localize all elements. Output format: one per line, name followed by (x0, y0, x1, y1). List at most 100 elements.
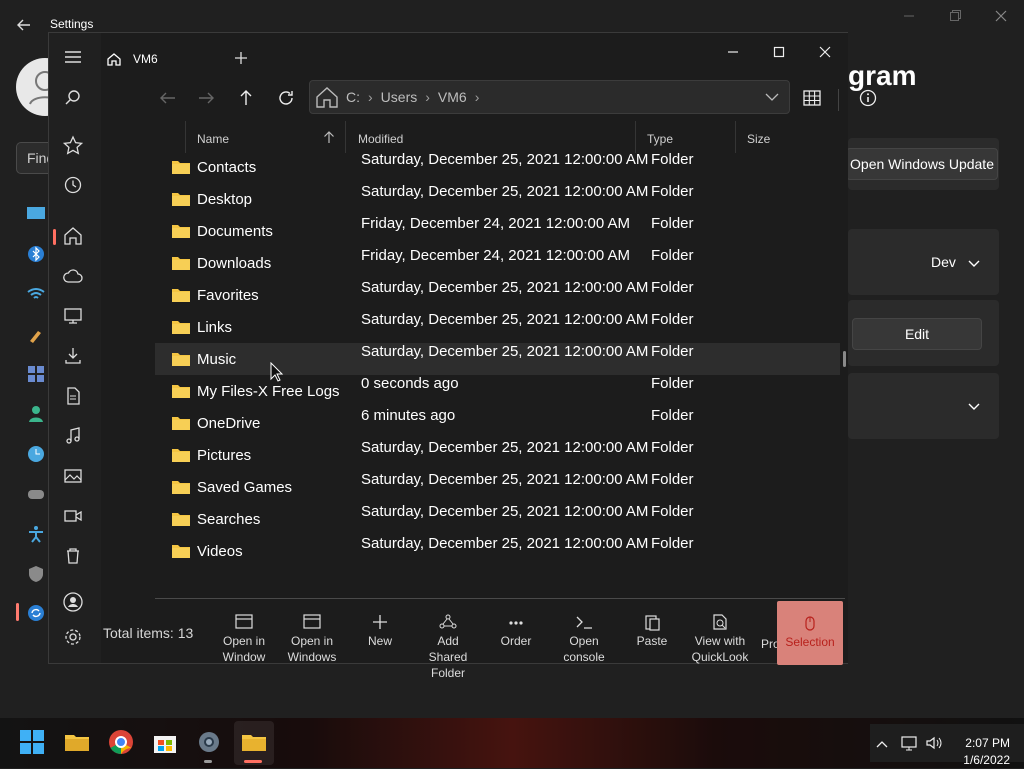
music-icon[interactable] (61, 424, 85, 448)
search-icon[interactable] (61, 86, 85, 110)
file-name: Contacts (197, 159, 257, 176)
start-windows-icon[interactable] (18, 728, 46, 756)
files-app-icon[interactable] (240, 728, 268, 756)
chevron-down-icon[interactable] (966, 255, 982, 271)
back-icon[interactable] (155, 85, 181, 111)
table-row[interactable]: Music Saturday, December 25, 2021 12:00:0… (155, 343, 840, 375)
column-divider[interactable] (735, 121, 736, 153)
breadcrumb-item[interactable]: VM6 (438, 89, 467, 105)
folder-icon (171, 255, 191, 271)
network-icon[interactable] (26, 284, 46, 304)
open-windows-icon (302, 613, 322, 631)
add-shared-folder-button[interactable]: Add Shared Folder (417, 613, 479, 680)
home-address-icon (314, 84, 340, 110)
up-icon[interactable] (233, 85, 259, 111)
minimize-icon[interactable] (722, 41, 744, 63)
open-in-window-button[interactable]: Open in Window (213, 613, 275, 665)
status-divider (155, 598, 845, 599)
clock[interactable]: 2:07 PM 1/6/2022 (963, 735, 1010, 769)
forward-icon[interactable] (193, 85, 219, 111)
videos-icon[interactable] (61, 504, 85, 528)
tab-vm6[interactable]: VM6 (105, 43, 158, 75)
cmd-label-line1: New (367, 634, 392, 648)
order-button[interactable]: Order (485, 613, 547, 665)
recent-clock-icon[interactable] (61, 173, 85, 197)
breadcrumb-item[interactable]: Users (381, 89, 418, 105)
view-with-quicklook-button[interactable]: View with QuickLook (689, 613, 751, 665)
close-icon[interactable] (991, 6, 1011, 26)
column-header-name[interactable]: Name (197, 128, 229, 150)
recycle-bin-icon[interactable] (61, 544, 85, 568)
restore-icon[interactable] (945, 6, 965, 26)
account-icon[interactable] (61, 590, 85, 614)
breadcrumb-item[interactable]: C: (346, 89, 360, 105)
table-row[interactable]: My Files-X Free Logs 0 seconds ago Folder (155, 375, 840, 407)
privacy-icon[interactable] (26, 564, 46, 584)
open-console-button[interactable]: Open console (553, 613, 615, 665)
paste-button[interactable]: Paste (621, 613, 683, 665)
personalization-icon[interactable] (26, 324, 46, 344)
open-in-windows-button[interactable]: Open in Windows (281, 613, 343, 665)
chevron-up-icon[interactable] (874, 736, 890, 752)
folder-icon (171, 511, 191, 527)
refresh-icon[interactable] (273, 85, 299, 111)
pictures-icon[interactable] (61, 464, 85, 488)
sidebar-rail (49, 33, 101, 665)
chevron-down-icon-2[interactable] (966, 398, 982, 414)
volume-icon[interactable] (924, 734, 944, 752)
selection-button[interactable]: Selection (777, 601, 843, 665)
file-modified: 6 minutes ago (361, 407, 456, 424)
column-divider[interactable] (345, 121, 346, 153)
grid-view-icon[interactable] (799, 85, 825, 111)
chrome-icon[interactable] (107, 728, 135, 756)
breadcrumb-separator: › (425, 89, 430, 105)
file-explorer-icon[interactable] (63, 728, 91, 756)
hamburger-menu-icon[interactable] (61, 45, 85, 69)
time-language-icon[interactable] (26, 444, 46, 464)
bluetooth-icon[interactable] (26, 244, 46, 264)
back-arrow-icon[interactable] (14, 15, 34, 35)
column-divider[interactable] (185, 121, 186, 153)
apps-icon[interactable] (26, 364, 46, 384)
network-tray-icon[interactable] (900, 734, 920, 752)
system-icon[interactable] (26, 204, 46, 224)
taskbar: 2:07 PM 1/6/2022 (0, 718, 1024, 768)
settings-gear-icon[interactable] (61, 625, 85, 649)
console-icon (574, 613, 594, 631)
edit-button[interactable]: Edit (852, 318, 982, 350)
close-icon[interactable] (814, 41, 836, 63)
home-icon[interactable] (61, 224, 85, 248)
open-windows-update-button[interactable]: Open Windows Update (846, 148, 998, 180)
table-row[interactable]: Videos Saturday, December 25, 2021 12:00:… (155, 535, 840, 567)
breadcrumb: C: › Users › VM6 › (346, 81, 479, 113)
cloud-icon[interactable] (61, 264, 85, 288)
add-tab-icon[interactable] (233, 50, 249, 66)
info-icon[interactable] (855, 85, 881, 111)
clock-date: 1/6/2022 (963, 753, 1010, 767)
documents-icon[interactable] (61, 384, 85, 408)
maximize-icon[interactable] (768, 41, 790, 63)
vertical-scrollbar-thumb[interactable] (843, 351, 846, 367)
minimize-icon[interactable] (899, 6, 919, 26)
address-bar[interactable]: C: › Users › VM6 › (309, 80, 790, 114)
cmd-label-line2: Window (222, 650, 266, 664)
microsoft-store-icon[interactable] (151, 728, 179, 756)
windows-update-icon[interactable] (26, 603, 46, 623)
file-type: Folder (651, 247, 694, 264)
favorites-star-icon[interactable] (61, 134, 85, 158)
gaming-icon[interactable] (26, 484, 46, 504)
file-modified: Saturday, December 25, 2021 12:00:00 AM (361, 471, 649, 488)
toolbar-divider (838, 89, 839, 111)
accounts-icon[interactable] (26, 404, 46, 424)
file-name: Searches (197, 511, 261, 528)
chevron-down-icon[interactable] (764, 89, 780, 105)
accessibility-icon[interactable] (26, 524, 46, 544)
new-button[interactable]: New (349, 613, 411, 665)
downloads-icon[interactable] (61, 344, 85, 368)
column-header-size[interactable]: Size (747, 128, 770, 150)
file-type: Folder (651, 407, 694, 424)
settings-app-icon[interactable] (195, 728, 223, 756)
folder-icon (171, 319, 191, 335)
this-pc-icon[interactable] (61, 304, 85, 328)
folder-icon (171, 191, 191, 207)
